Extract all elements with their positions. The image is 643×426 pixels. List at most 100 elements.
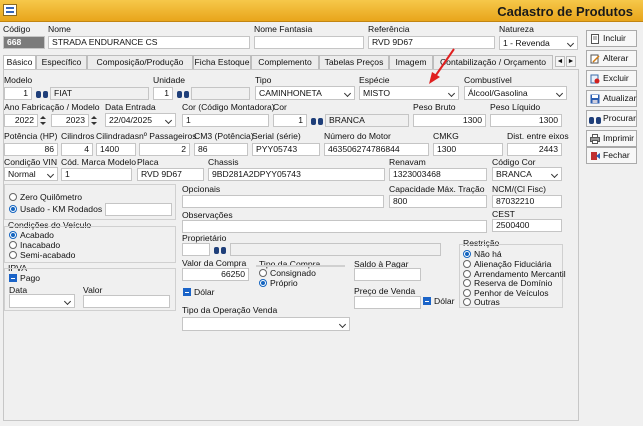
tipo-compra-group [256, 265, 345, 267]
restricao-penhor-radio[interactable] [463, 289, 471, 297]
tab-ficha-estoque[interactable]: Ficha Estoque [193, 55, 251, 69]
tipo-label: Tipo [255, 75, 272, 85]
eixos-field[interactable]: 2443 [507, 143, 562, 156]
restricao-outras-radio[interactable] [463, 298, 471, 306]
unidade-search-icon[interactable] [177, 88, 189, 99]
chassis-field[interactable]: 9BD281A2DPYY05743 [208, 168, 385, 181]
atualizar-button[interactable]: Atualizar [586, 90, 637, 107]
cest-field[interactable]: 2500400 [492, 219, 562, 232]
preco-venda-field[interactable] [354, 296, 421, 309]
tab-composicao[interactable]: Composição/Produção [87, 55, 193, 69]
modelo-search-icon[interactable] [36, 88, 48, 99]
incluir-button[interactable]: Incluir [586, 30, 637, 47]
consignado-label: Consignado [270, 268, 316, 278]
consignado-radio[interactable] [259, 269, 267, 277]
cmkg-field[interactable]: 1300 [433, 143, 503, 156]
proprietario-code-field[interactable] [182, 243, 210, 256]
zero-km-label: Zero Quilômetro [20, 192, 83, 202]
peso-bruto-field[interactable]: 1300 [413, 114, 486, 127]
marca-modelo-label: Cód. Marca Modelo [61, 157, 136, 167]
proprio-radio[interactable] [259, 279, 267, 287]
cilindradas-field[interactable]: 1400 [96, 143, 136, 156]
opcionais-field[interactable] [182, 195, 384, 208]
close-door-icon [591, 152, 600, 160]
potencia-label: Potência (HP) [4, 131, 58, 141]
condicao-vin-select[interactable]: Normal [4, 167, 58, 181]
dolar-compra-checkbox[interactable] [183, 288, 191, 296]
tipo-select[interactable]: CAMINHONETA [255, 86, 355, 100]
tab-next-icon[interactable]: ► [566, 56, 576, 67]
combustivel-select[interactable]: Álcool/Gasolina [464, 86, 567, 100]
ncm-field[interactable]: 87032210 [492, 195, 562, 208]
cm3-field[interactable]: 86 [194, 143, 248, 156]
atualizar-label: Atualizar [603, 93, 637, 103]
peso-bruto-label: Peso Bruto [413, 102, 456, 112]
ipva-valor-label: Valor [83, 285, 103, 295]
renavam-field[interactable]: 1323003468 [389, 168, 487, 181]
ano-modelo-spinner-icon[interactable] [90, 114, 98, 127]
valor-compra-field[interactable]: 66250 [182, 268, 249, 281]
restricao-alienacao-radio[interactable] [463, 260, 471, 268]
inacabado-radio[interactable] [9, 241, 17, 249]
procurar-button[interactable]: Procurar [586, 110, 637, 127]
data-entrada-field[interactable]: 22/04/2025 [105, 113, 176, 127]
fechar-button[interactable]: Fechar [586, 147, 637, 164]
dolar-venda-checkbox[interactable] [423, 297, 431, 305]
nome-fantasia-field[interactable] [254, 36, 364, 49]
peso-liquido-field[interactable]: 1300 [490, 114, 562, 127]
placa-field[interactable]: RVD 9D67 [137, 168, 204, 181]
cilindros-field[interactable]: 4 [61, 143, 93, 156]
marca-modelo-field[interactable]: 1 [61, 168, 132, 181]
natureza-select[interactable]: 1 - Revenda [499, 36, 578, 50]
acabado-radio[interactable] [9, 231, 17, 239]
ano-modelo-field[interactable]: 2023 [51, 114, 89, 127]
tab-basico[interactable]: Básico [3, 55, 36, 70]
codigo-cor-select[interactable]: BRANCA [492, 167, 562, 181]
passageiros-field[interactable]: 2 [139, 143, 190, 156]
cor-search-icon[interactable] [311, 115, 323, 126]
annotation-arrow-icon [429, 48, 455, 84]
tab-complemento[interactable]: Complemento [251, 55, 319, 69]
modelo-code-field[interactable]: 1 [4, 87, 32, 100]
ipva-valor-field[interactable] [83, 295, 170, 308]
usado-radio[interactable] [9, 205, 17, 213]
codigo-field[interactable]: 668 [3, 36, 45, 49]
saldo-field[interactable] [354, 268, 421, 281]
ano-fabricacao-field[interactable]: 2022 [4, 114, 38, 127]
peso-liquido-label: Peso Líquido [490, 102, 541, 112]
semi-acabado-radio[interactable] [9, 251, 17, 259]
tipo-operacao-select[interactable] [182, 317, 350, 331]
codigo-label: Código [3, 24, 31, 34]
semi-acabado-label: Semi-acabado [20, 250, 76, 260]
capacidade-field[interactable]: 800 [389, 195, 487, 208]
ipva-data-field[interactable] [9, 294, 75, 308]
cor-label: Cor [273, 102, 287, 112]
zero-km-radio[interactable] [9, 193, 17, 201]
nome-label: Nome [48, 24, 71, 34]
proprietario-desc-field [230, 243, 441, 256]
ano-fabricacao-spinner-icon[interactable] [39, 114, 47, 127]
serial-field[interactable]: PYY05743 [252, 143, 320, 156]
tab-prev-icon[interactable]: ◄ [555, 56, 565, 67]
tab-tabelas-precos[interactable]: Tabelas Preços [319, 55, 389, 69]
imprimir-button[interactable]: Imprimir [586, 130, 637, 147]
proprietario-search-icon[interactable] [214, 244, 226, 255]
tipo-operacao-label: Tipo da Operação Venda [182, 305, 278, 315]
restricao-reserva-radio[interactable] [463, 279, 471, 287]
observacoes-field[interactable] [182, 220, 487, 233]
restricao-nao-ha-radio[interactable] [463, 250, 471, 258]
cor-montadora-field[interactable]: 1 [182, 114, 269, 127]
ncm-label: NCM/(Cl Fisc) [492, 184, 546, 194]
potencia-field[interactable]: 86 [4, 143, 58, 156]
unidade-field[interactable]: 1 [153, 87, 173, 100]
nome-field[interactable]: STRADA ENDURANCE CS [48, 36, 250, 49]
excluir-button[interactable]: Excluir [586, 70, 637, 87]
km-rodados-field[interactable] [105, 203, 172, 216]
cor-code-field[interactable]: 1 [273, 114, 307, 127]
pago-checkbox[interactable] [9, 274, 17, 282]
motor-field[interactable]: 463506274786844 [324, 143, 429, 156]
tab-especifico[interactable]: Específico [36, 55, 87, 69]
especie-select[interactable]: MISTO [359, 86, 459, 100]
alterar-button[interactable]: Alterar [586, 50, 637, 67]
restricao-arrendamento-radio[interactable] [463, 270, 471, 278]
